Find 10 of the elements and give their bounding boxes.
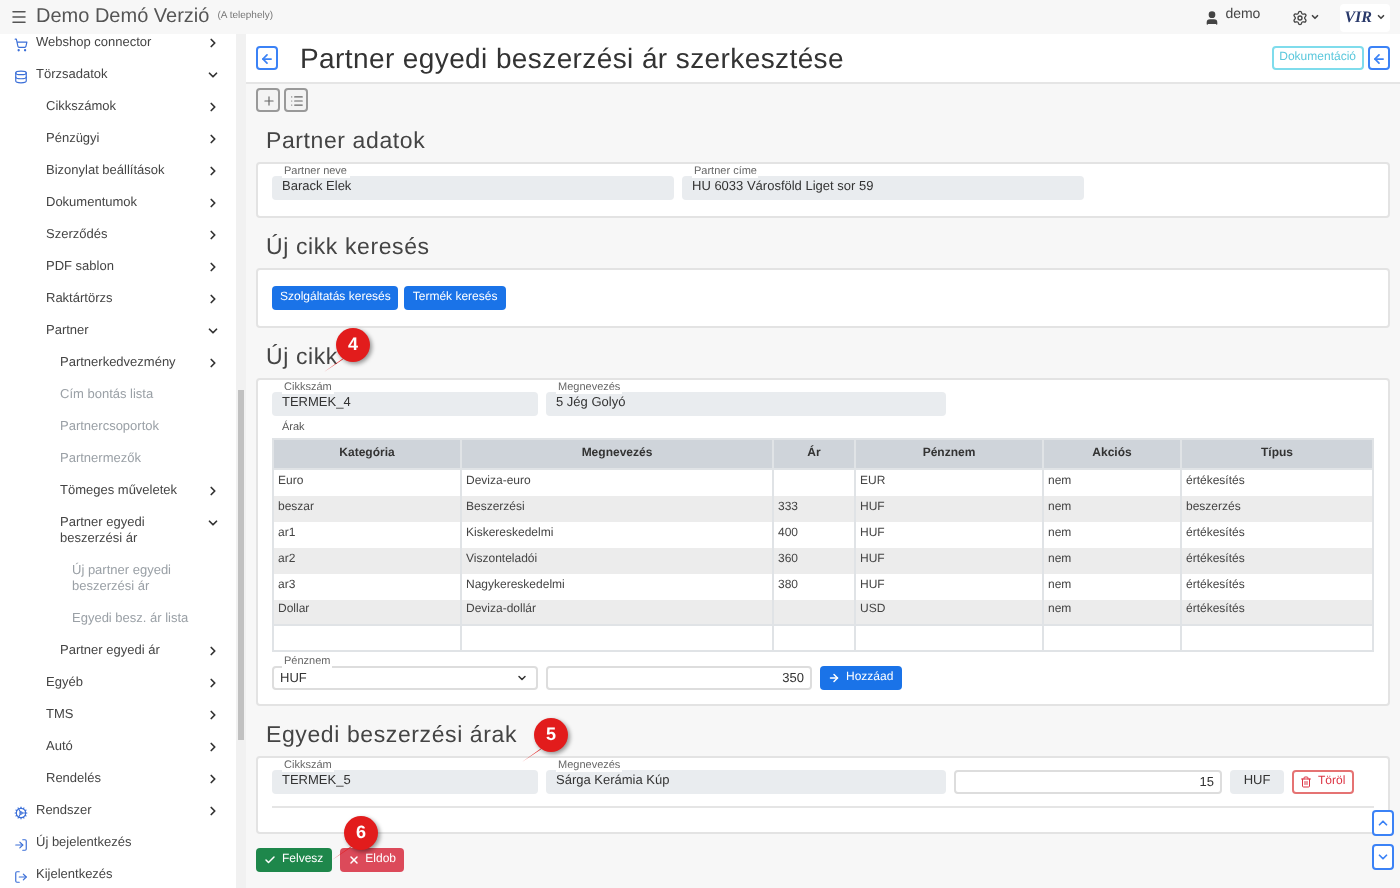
section-heading: Új cikk [266,344,338,372]
section-heading: Egyedi beszerzési árak [266,722,517,750]
section-heading: Új cikk keresés [266,234,430,262]
logo[interactable]: VIR [1340,3,1390,31]
page-title: Partner egyedi beszerzési ár szerkesztése [300,39,846,78]
app-title: Demo Demó Verzió [36,4,210,32]
step-badge: 4 [336,328,370,362]
section-heading: Partner adatok [266,128,426,156]
logo-text: VIR [1344,5,1372,29]
step-badge: 5 [534,718,568,752]
